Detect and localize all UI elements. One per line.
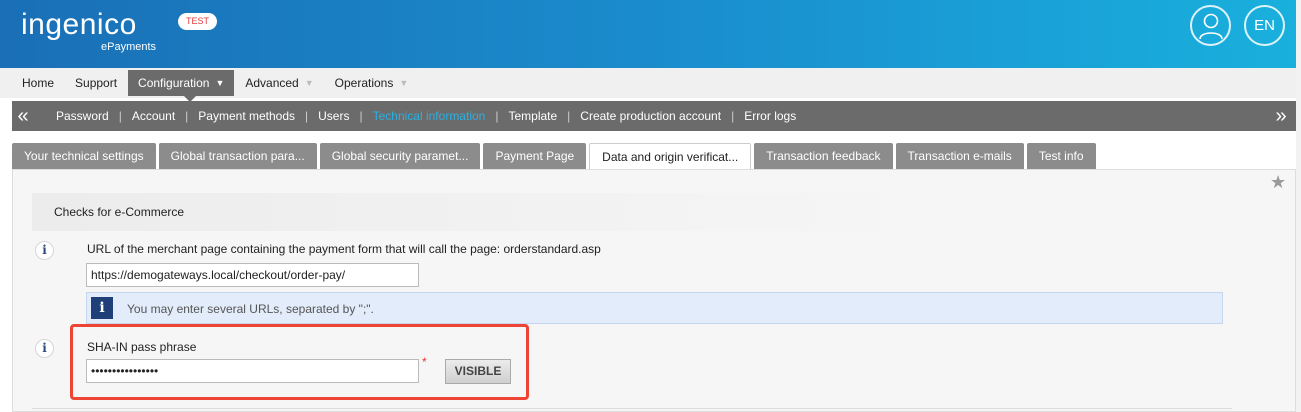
highlight-box [70,324,529,400]
language-button[interactable]: EN [1244,5,1285,46]
menu-configuration-label: Configuration [138,76,210,90]
chevron-down-icon: ▼ [215,78,225,88]
submenu-create-production-account[interactable]: Create production account [578,109,723,123]
tab-test-info[interactable]: Test info [1026,143,1096,169]
divider [32,408,1232,409]
submenu-items: Password | Account | Payment methods | User… [54,109,798,123]
scroll-right-icon[interactable]: » [1270,101,1292,131]
submenu-account[interactable]: Account [130,109,177,123]
menu-support-label: Support [75,76,118,90]
submenu-password[interactable]: Password [54,109,111,123]
menu-advanced-label: Advanced [245,76,299,90]
info-note: i You may enter several URLs, separated … [86,292,1223,324]
top-header: ingenico ePayments TEST EN [0,0,1301,68]
menu-operations[interactable]: Operations ▼ [325,70,419,96]
chevron-down-icon: ▼ [304,78,314,88]
star-icon[interactable]: ★ [1270,172,1286,193]
scrollbar[interactable] [1296,0,1301,412]
info-icon[interactable]: i [35,241,54,260]
info-icon: i [91,297,113,319]
tab-global-transaction-parameters[interactable]: Global transaction para... [158,143,317,169]
brand-subtitle: ePayments [101,41,157,53]
submenu-users[interactable]: Users [316,109,351,123]
submenu-payment-methods[interactable]: Payment methods [196,109,297,123]
menu-home[interactable]: Home [12,70,64,96]
brand-logo[interactable]: ingenico [21,10,137,40]
submenu-bar: « Password | Account | Payment methods | Us… [12,101,1296,131]
menu-advanced[interactable]: Advanced ▼ [235,70,323,96]
environment-badge: TEST [178,13,217,30]
divider: | [359,109,363,123]
divider: | [305,109,309,123]
menu-home-label: Home [22,76,55,90]
submenu-technical-information[interactable]: Technical information [371,109,488,123]
menu-operations-label: Operations [334,76,394,90]
info-note-text: You may enter several URLs, separated by… [127,302,374,316]
divider: | [567,109,571,123]
submenu-error-logs[interactable]: Error logs [742,109,798,123]
main-menu: Home Support Configuration ▼ Advanced ▼ Op… [0,68,1301,102]
tab-your-technical-settings[interactable]: Your technical settings [12,143,156,169]
user-icon [1198,13,1223,39]
settings-tabs: Your technical settings Global transacti… [12,143,1099,170]
merchant-url-label: URL of the merchant page containing the … [87,242,601,256]
divider: | [118,109,122,123]
tab-data-and-origin-verification[interactable]: Data and origin verificat... [589,143,752,170]
divider: | [731,109,735,123]
tab-transaction-feedback[interactable]: Transaction feedback [754,143,893,169]
menu-configuration[interactable]: Configuration ▼ [128,70,235,102]
info-icon[interactable]: i [35,339,54,358]
menu-support[interactable]: Support [65,70,127,96]
tab-payment-page[interactable]: Payment Page [483,143,587,169]
divider: | [495,109,499,123]
divider: | [185,109,189,123]
section-title: Checks for e-Commerce [32,193,932,231]
tab-global-security-parameters[interactable]: Global security paramet... [319,143,481,169]
user-account-button[interactable] [1190,5,1231,46]
submenu-template[interactable]: Template [506,109,559,123]
chevron-down-icon: ▼ [399,78,409,88]
tab-transaction-emails[interactable]: Transaction e-mails [895,143,1024,169]
scroll-left-icon[interactable]: « [12,101,34,131]
merchant-url-input[interactable] [86,263,419,287]
